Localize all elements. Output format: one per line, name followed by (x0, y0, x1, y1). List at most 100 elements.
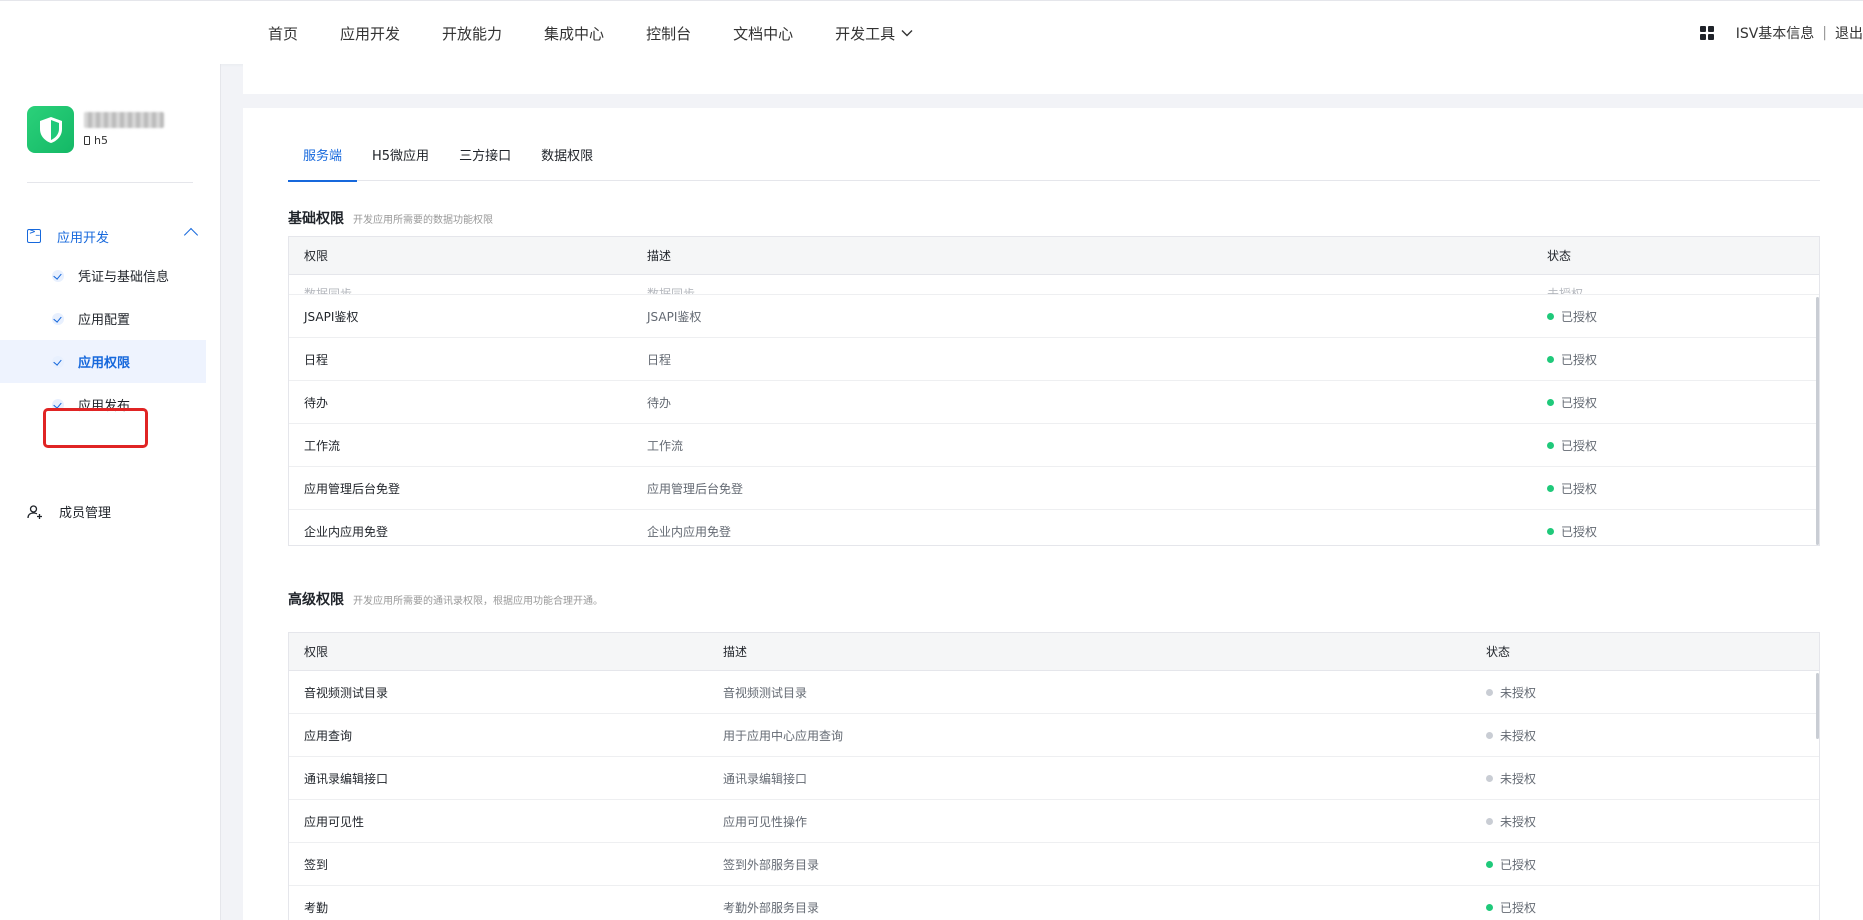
app-meta: h5 (84, 112, 164, 147)
cell-permission: 应用查询 (304, 728, 353, 743)
chevron-up-icon[interactable] (183, 227, 199, 243)
table-row: 考勤 考勤外部服务目录 已授权 (289, 886, 1819, 920)
status-dot-icon (1486, 903, 1493, 911)
cell-description: 考勤外部服务目录 (723, 900, 820, 915)
header-description: 描述 (723, 645, 748, 659)
terminal-icon (27, 227, 41, 243)
sidebar-item-label: 应用配置 (78, 313, 131, 328)
header-permission: 权限 (304, 249, 329, 263)
sidebar-item-members[interactable]: 成员管理 (27, 502, 111, 521)
top-navigation-bar: 首页 应用开发 开放能力 集成中心 控制台 文档中心 开发工具 ISV基本信息 … (0, 0, 1863, 64)
table-row: 待办 待办 已授权 (289, 381, 1819, 424)
cell-permission: 应用管理后台免登 (304, 481, 401, 496)
cell-description: 日程 (647, 352, 672, 367)
cell-description: 应用管理后台免登 (647, 481, 744, 496)
cell-permission: 企业内应用免登 (304, 524, 389, 539)
nav-console[interactable]: 控制台 (646, 23, 691, 44)
cell-status: 未授权 (1486, 727, 1536, 744)
nav-integration-center[interactable]: 集成中心 (544, 23, 604, 44)
section-subtitle: 开发应用所需要的通讯录权限，根据应用功能合理开通。 (353, 596, 603, 607)
cell-permission: 数据同步 (304, 287, 353, 295)
app-name-redacted (84, 112, 164, 128)
status-label: 已授权 (1561, 524, 1598, 539)
header-description: 描述 (647, 249, 672, 263)
nav-app-dev[interactable]: 应用开发 (340, 23, 400, 44)
table-row: 应用可见性 应用可见性操作 未授权 (289, 800, 1819, 843)
cell-permission: 日程 (304, 352, 329, 367)
status-label: 已授权 (1561, 395, 1598, 410)
header-status: 状态 (1547, 249, 1572, 263)
status-label: 未授权 (1500, 814, 1537, 829)
cell-status: 已授权 (1547, 523, 1597, 540)
advanced-permissions-table: 权限 描述 状态 音视频测试目录 音视频测试目录 未授权 应用查询 用于应用中心应用查询… (288, 632, 1820, 920)
cell-status: 已授权 (1547, 480, 1597, 497)
table-scrollbar[interactable] (1816, 673, 1819, 739)
phone-icon (84, 136, 90, 145)
table-scrollbar[interactable] (1816, 297, 1819, 545)
table-row: 工作流 工作流 已授权 (289, 424, 1819, 467)
table-body: 音视频测试目录 音视频测试目录 未授权 应用查询 用于应用中心应用查询 未授权 通讯录编辑接… (289, 671, 1819, 920)
table-header: 权限 描述 状态 (289, 237, 1819, 275)
tab-data-permissions[interactable]: 数据权限 (526, 144, 608, 181)
cell-description: 应用可见性操作 (723, 814, 808, 829)
status-label: 已授权 (1561, 438, 1598, 453)
permission-tabs: 服务端 H5微应用 三方接口 数据权限 (288, 144, 1820, 182)
table-row: 应用管理后台免登 应用管理后台免登 已授权 (289, 467, 1819, 510)
nav-dev-tools-label: 开发工具 (835, 24, 896, 43)
basic-permissions-table: 权限 描述 状态 数据同步 数据同步 未授权 JSAPI鉴权 JSAPI鉴权 已授权… (288, 236, 1820, 546)
cell-description: 音视频测试目录 (723, 685, 808, 700)
advanced-permissions-title: 高级权限 开发应用所需要的通讯录权限，根据应用功能合理开通。 (288, 589, 603, 609)
cell-description: 通讯录编辑接口 (723, 771, 808, 786)
cell-status: 已授权 (1547, 437, 1597, 454)
main-content: 服务端 H5微应用 三方接口 数据权限 基础权限 开发应用所需要的数据功能权限 … (243, 64, 1863, 920)
logout-link[interactable]: 退出 (1835, 23, 1863, 43)
table-row-partial: 数据同步 数据同步 未授权 (289, 275, 1819, 295)
app-type: h5 (84, 134, 164, 147)
check-icon (52, 269, 64, 282)
sidebar-group-title[interactable]: 应用开发 (0, 218, 206, 254)
tab-third-party-api[interactable]: 三方接口 (444, 144, 526, 181)
sidebar-item-app-config[interactable]: 应用配置 (0, 297, 206, 340)
header-permission: 权限 (304, 645, 329, 659)
check-icon (52, 312, 64, 325)
top-menu: 首页 应用开发 开放能力 集成中心 控制台 文档中心 开发工具 (268, 1, 955, 65)
cell-status: 未授权 (1547, 287, 1584, 295)
status-label: 已授权 (1500, 857, 1537, 872)
check-icon (52, 355, 64, 368)
table-row: JSAPI鉴权 JSAPI鉴权 已授权 (289, 295, 1819, 338)
nav-dev-tools[interactable]: 开发工具 (835, 23, 913, 44)
nav-docs-center[interactable]: 文档中心 (733, 23, 793, 44)
add-user-icon (27, 504, 42, 519)
cell-permission: 工作流 (304, 438, 341, 453)
app-grid-icon[interactable] (1699, 26, 1714, 40)
status-label: 未授权 (1500, 685, 1537, 700)
sidebar-item-credentials[interactable]: 凭证与基础信息 (0, 254, 206, 297)
isv-info-link[interactable]: ISV基本信息 (1736, 23, 1815, 43)
section-title: 高级权限 (288, 592, 344, 608)
status-label: 未授权 (1500, 771, 1537, 786)
cell-description: 签到外部服务目录 (723, 857, 820, 872)
app-type-label: h5 (94, 134, 108, 147)
app-header: h5 (27, 106, 164, 153)
status-dot-icon (1486, 731, 1493, 739)
nav-open-capability[interactable]: 开放能力 (442, 23, 502, 44)
cell-permission: JSAPI鉴权 (304, 309, 359, 324)
status-dot-icon (1486, 817, 1493, 825)
nav-home[interactable]: 首页 (268, 23, 298, 44)
cell-description: 数据同步 (647, 287, 696, 295)
cell-permission: 待办 (304, 395, 329, 410)
sidebar-item-app-permissions[interactable]: 应用权限 (0, 340, 206, 383)
table-body: JSAPI鉴权 JSAPI鉴权 已授权 日程 日程 已授权 待办 待办 已授权 工作流 工作流 已授权… (289, 295, 1819, 545)
cell-status: 未授权 (1486, 684, 1536, 701)
tab-server[interactable]: 服务端 (288, 144, 358, 182)
tab-h5-microapp[interactable]: H5微应用 (357, 144, 444, 181)
table-row: 音视频测试目录 音视频测试目录 未授权 (289, 671, 1819, 714)
sidebar: h5 应用开发 凭证与基础信息 应用配置 应用权限 应用发布 (0, 64, 221, 920)
table-row: 企业内应用免登 企业内应用免登 已授权 (289, 510, 1819, 545)
status-label: 已授权 (1561, 481, 1598, 496)
sidebar-group-label: 应用开发 (57, 230, 110, 246)
status-dot-icon (1547, 527, 1554, 535)
status-dot-icon (1547, 441, 1554, 449)
top-info-strip (243, 64, 1863, 94)
section-title: 基础权限 (288, 211, 344, 227)
